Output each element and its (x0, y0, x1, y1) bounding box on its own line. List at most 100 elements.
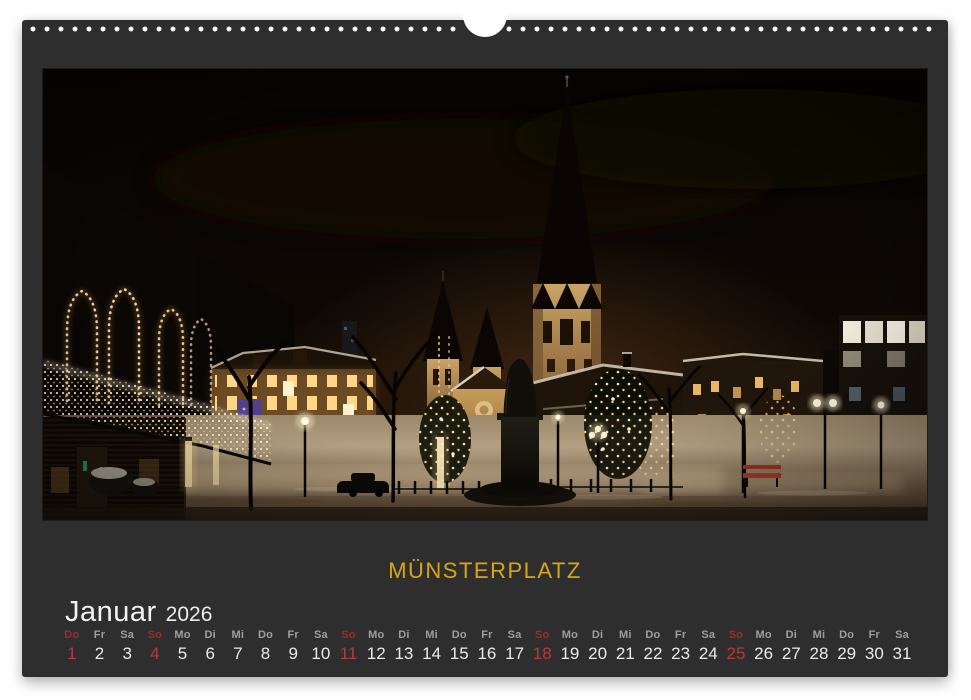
vignette (43, 69, 927, 520)
calendar-day: Fr2 (86, 629, 114, 664)
calendar-day: Mo 19 (556, 629, 584, 664)
day-number: 6 (196, 644, 224, 664)
weekday-label: Fr (473, 629, 501, 641)
weekday-label: Do (639, 629, 667, 641)
day-number: 14 (418, 644, 446, 664)
calendar-day: Di 13 (390, 629, 418, 664)
calendar-day: Di 6 (196, 629, 224, 664)
weekday-label: So (722, 629, 750, 641)
day-number: 29 (833, 644, 861, 664)
calendar-day: Di27 (777, 629, 805, 664)
weekday-label: Mo (750, 629, 778, 641)
weekday-label: So (528, 629, 556, 641)
calendar-day: Do 15 (445, 629, 473, 664)
day-number: 4 (141, 644, 169, 664)
weekday-label: Di (777, 629, 805, 641)
day-number: 25 (722, 644, 750, 664)
calendar-wall-mockup: { "page": { "background_color": "#ffffff… (0, 0, 971, 700)
day-number: 31 (888, 644, 916, 664)
weekday-label: Fr (86, 629, 114, 641)
muensterplatz-night-scene (43, 69, 927, 520)
calendar-day: Sa 31 (888, 629, 916, 664)
calendar-day: Sa 24 (694, 629, 722, 664)
weekday-label: Fr (860, 629, 888, 641)
day-number: 22 (639, 644, 667, 664)
day-number: 30 (860, 644, 888, 664)
calendar-day: So 11 (335, 629, 363, 664)
day-number: 3 (113, 644, 141, 664)
weekday-label: Mi (805, 629, 833, 641)
weekday-label: Do (445, 629, 473, 641)
day-number: 28 (805, 644, 833, 664)
weekday-label: So (141, 629, 169, 641)
day-number: 15 (445, 644, 473, 664)
weekday-label: Fr (667, 629, 695, 641)
binding-holes-right (502, 26, 936, 32)
weekday-label: Fr (279, 629, 307, 641)
weekday-label: Mi (418, 629, 446, 641)
calendar-day: So 18 (528, 629, 556, 664)
calendar-day: Do 8 (252, 629, 280, 664)
day-number: 7 (224, 644, 252, 664)
weekday-label: Mi (224, 629, 252, 641)
calendar-day: So 25 (722, 629, 750, 664)
calendar-day: Sa 17 (501, 629, 529, 664)
calendar-day: Mo 5 (169, 629, 197, 664)
weekday-label: Mo (556, 629, 584, 641)
calendar-day: Mi 14 (418, 629, 446, 664)
day-number: 11 (335, 644, 363, 664)
day-number: 1 (58, 644, 86, 664)
calendar-day: Mo 26 (750, 629, 778, 664)
day-number: 12 (362, 644, 390, 664)
calendar-day: Sa 10 (307, 629, 335, 664)
calendar-sheet: MÜNSTERPLATZ Januar2026 Do1Fr2Sa3So4Mo5D… (22, 20, 948, 677)
day-number: 17 (501, 644, 529, 664)
calendar-day: Mo 12 (362, 629, 390, 664)
day-number: 13 (390, 644, 418, 664)
weekday-label: So (335, 629, 363, 641)
weekday-label: Do (58, 629, 86, 641)
calendar-row: Do1Fr2Sa3So4Mo5Di6Mi7Do8Fr9Sa10So11Mo12D… (58, 629, 916, 664)
calendar-day: So 4 (141, 629, 169, 664)
weekday-label: Mi (611, 629, 639, 641)
weekday-label: Sa (307, 629, 335, 641)
weekday-label: Di (196, 629, 224, 641)
day-number: 5 (169, 644, 197, 664)
day-number: 8 (252, 644, 280, 664)
calendar-day: Fr 30 (860, 629, 888, 664)
calendar-day: Do 22 (639, 629, 667, 664)
day-number: 18 (528, 644, 556, 664)
day-number: 23 (667, 644, 695, 664)
weekday-label: Sa (888, 629, 916, 641)
weekday-label: Sa (694, 629, 722, 641)
day-number: 19 (556, 644, 584, 664)
calendar-day: Mi 7 (224, 629, 252, 664)
day-number: 20 (584, 644, 612, 664)
weekday-label: Do (252, 629, 280, 641)
calendar-day: Do 1 (58, 629, 86, 664)
month-name: Januar (65, 596, 157, 628)
weekday-label: Sa (113, 629, 141, 641)
day-number: 10 (307, 644, 335, 664)
calendar-day: Fr 16 (473, 629, 501, 664)
calendar-day: Fr 23 (667, 629, 695, 664)
binding-holes-left (26, 26, 463, 32)
weekday-label: Mo (362, 629, 390, 641)
day-number: 24 (694, 644, 722, 664)
calendar-day: Di 20 (584, 629, 612, 664)
hanger-hole (463, 0, 507, 37)
weekday-label: Di (584, 629, 612, 641)
weekday-label: Mo (169, 629, 197, 641)
calendar-photo (43, 69, 927, 520)
calendar-day: Mi 21 (611, 629, 639, 664)
photo-caption: MÜNSTERPLATZ (22, 558, 948, 584)
weekday-label: Sa (501, 629, 529, 641)
month-title: Januar2026 (65, 596, 212, 629)
calendar-day: Do 29 (833, 629, 861, 664)
weekday-label: Do (833, 629, 861, 641)
day-number: 16 (473, 644, 501, 664)
day-number: 26 (750, 644, 778, 664)
day-number: 21 (611, 644, 639, 664)
calendar-day: Fr9 (279, 629, 307, 664)
weekday-label: Di (390, 629, 418, 641)
